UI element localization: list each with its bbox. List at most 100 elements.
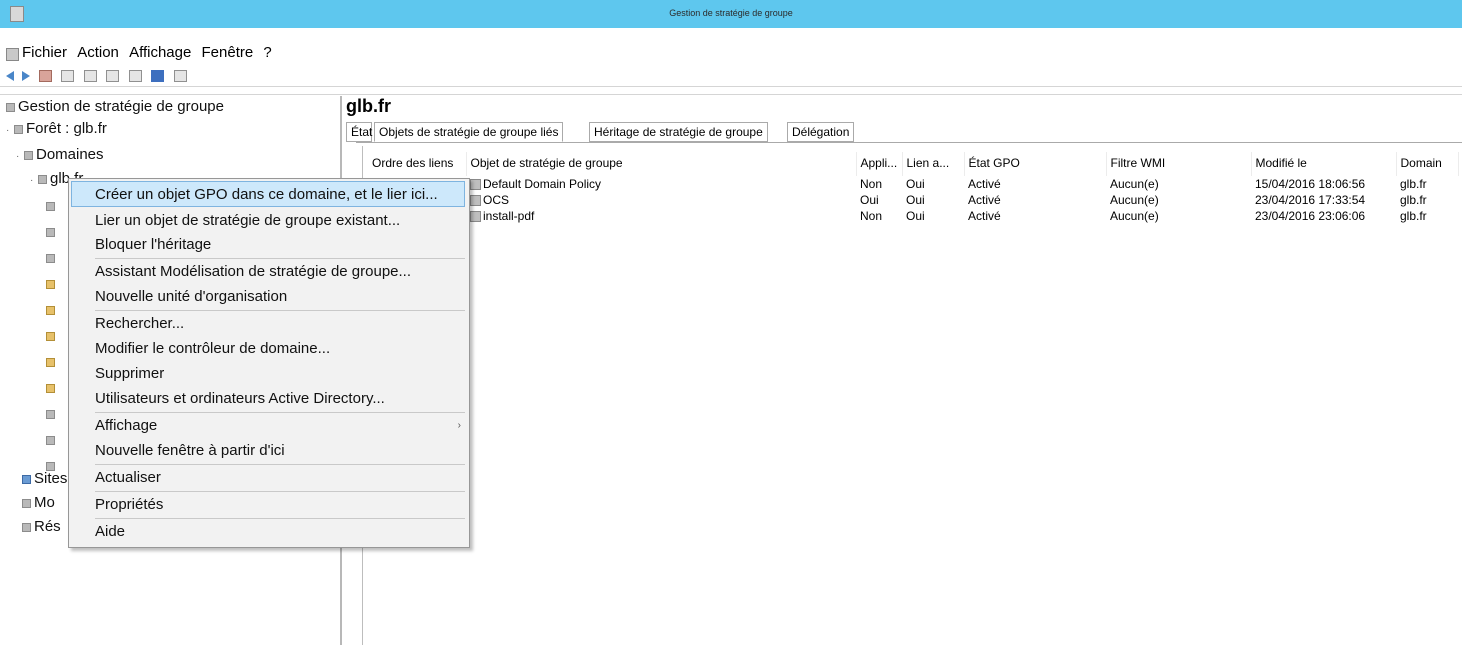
tree-forest[interactable]: · Forêt : glb.fr [6,120,107,137]
col-order[interactable]: Ordre des liens [368,152,467,176]
tree-child-4[interactable] [46,275,58,292]
window-title: Gestion de stratégie de groupe [669,8,793,18]
menu-item-aduc[interactable]: Utilisateurs et ordinateurs Active Direc… [95,387,385,411]
collapse-icon[interactable]: · [6,125,14,136]
menu-item-help[interactable]: Aide [95,520,125,544]
ou-folder-icon [46,383,55,393]
menu-fichier[interactable]: Fichier [22,44,67,61]
up-level-icon[interactable] [38,69,52,82]
collapse-icon[interactable]: · [16,151,24,162]
tab-delegation[interactable]: Délégation [787,122,855,142]
tree-child-10[interactable] [46,431,58,448]
tree-child-5[interactable] [46,301,58,318]
gpo-links-table: Ordre des liens Objet de stratégie de gr… [368,152,1459,224]
help-icon[interactable] [151,69,165,82]
menu-item-new-ou[interactable]: Nouvelle unité d'organisation [95,285,287,309]
menu-item-new-window[interactable]: Nouvelle fenêtre à partir d'ici [95,439,285,463]
ou-folder-icon [46,279,55,289]
menu-item-search[interactable]: Rechercher... [95,312,184,336]
tree-child-3[interactable] [46,249,58,266]
cell-applied: Non [860,209,883,223]
wmi-filter-icon [46,435,55,445]
menu-affichage[interactable]: Affichage [129,44,191,61]
table-row[interactable]: OCS Oui Oui Activé Aucun(e) 23/04/2016 1… [368,192,1458,208]
cell-modified: 23/04/2016 17:33:54 [1255,193,1366,207]
cell-wmi: Aucun(e) [1110,209,1159,223]
cell-gpo: Default Domain Policy [466,176,856,192]
tree-child-2[interactable] [46,223,58,240]
cell-applied: Non [856,176,902,192]
menu-item-refresh[interactable]: Actualiser [95,466,161,490]
forward-arrow-icon[interactable] [22,70,31,81]
tree-child-6[interactable] [46,327,58,344]
tree-results[interactable]: Rés [22,518,61,535]
menu-fenetre[interactable]: Fenêtre [202,44,254,61]
menu-action[interactable]: Action [77,44,119,61]
gpo-container-icon [46,409,55,419]
menu-item-delete[interactable]: Supprimer [95,362,164,386]
tab-inheritance[interactable]: Héritage de stratégie de groupe [589,122,768,142]
tab-etat[interactable]: État [346,122,372,142]
cell-wmi: Aucun(e) [1110,193,1159,207]
menu-bar: Fichier Action Affichage Fenêtre ? [0,44,272,66]
cell-link: Oui [902,176,964,192]
menu-separator [95,491,465,492]
tree-child-8[interactable] [46,379,58,396]
col-state[interactable]: État GPO [964,152,1107,176]
cell-modified: 23/04/2016 23:06:06 [1255,209,1366,223]
pane-top-divider [0,94,1462,95]
title-bar: Gestion de stratégie de groupe [0,0,1462,28]
table-row[interactable]: install-pdf Non Oui Activé Aucun(e) 23/0… [368,208,1458,224]
menu-separator [95,464,465,465]
cell-modified: 15/04/2016 18:06:56 [1251,176,1396,192]
cell-gpo: install-pdf [466,208,856,224]
tree-domains[interactable]: · Domaines [16,146,104,163]
menu-item-link-existing-gpo[interactable]: Lier un objet de stratégie de groupe exi… [95,209,400,233]
delete-icon[interactable] [83,69,97,82]
col-link[interactable]: Lien a... [902,152,965,176]
menu-item-properties[interactable]: Propriétés [95,493,163,517]
ou-folder-icon [46,305,55,315]
tree-child-1[interactable] [46,197,58,214]
collapse-icon[interactable]: · [30,175,38,186]
gpo-icon [470,211,481,223]
tree-child-9[interactable] [46,405,58,422]
gpo-icon [470,179,481,191]
toolbar-divider [0,86,1462,87]
menu-item-change-dc[interactable]: Modifier le contrôleur de domaine... [95,337,330,361]
tree-sites[interactable]: Sites [22,470,67,487]
table-row[interactable]: Default Domain Policy Non Oui Activé Auc… [368,176,1458,192]
tree-modeling[interactable]: Mo [22,494,55,511]
modeling-icon [22,498,31,508]
menu-item-create-gpo[interactable]: Créer un objet GPO dans ce domaine, et l… [95,183,438,207]
refresh-icon[interactable] [128,69,142,82]
col-domain[interactable]: Domain [1396,152,1459,176]
menu-item-view[interactable]: Affichage [95,414,157,438]
gpmc-icon [6,102,15,112]
col-applied[interactable]: Appli... [856,152,903,176]
menu-separator [95,310,465,311]
menu-separator [95,412,465,413]
forest-icon [14,124,23,134]
show-hide-tree-icon[interactable] [61,69,75,82]
ou-folder-icon [46,331,55,341]
console-view-icon[interactable] [173,69,187,82]
domain-icon [38,174,47,184]
toolbar [6,67,192,83]
tree-root[interactable]: Gestion de stratégie de groupe [6,98,224,115]
properties-icon[interactable] [106,69,120,82]
tab-linked-gpos[interactable]: Objets de stratégie de groupe liés [374,122,564,142]
back-arrow-icon[interactable] [6,70,14,81]
menu-separator [95,258,465,259]
col-wmi[interactable]: Filtre WMI [1106,152,1252,176]
menu-help[interactable]: ? [263,44,271,61]
menu-item-block-inheritance[interactable]: Bloquer l'héritage [95,233,211,257]
col-gpo[interactable]: Objet de stratégie de groupe [466,152,857,176]
tree-child-7[interactable] [46,353,58,370]
gpo-icon [470,195,481,207]
col-modified[interactable]: Modifié le [1251,152,1397,176]
cell-state: Activé [968,209,1001,223]
domains-icon [24,150,33,160]
menu-item-modeling-wizard[interactable]: Assistant Modélisation de stratégie de g… [95,260,411,284]
submenu-arrow-icon: › [457,420,461,431]
